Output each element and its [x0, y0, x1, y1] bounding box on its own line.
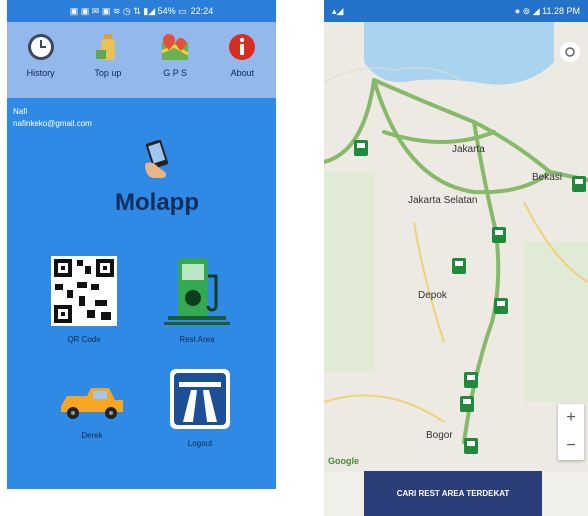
phone-hand-icon: [145, 139, 169, 178]
my-location-button[interactable]: [560, 42, 580, 62]
bottle-icon: [95, 34, 115, 60]
zoom-in-button[interactable]: +: [558, 404, 584, 432]
highway-sign-icon: [170, 369, 230, 429]
map-label-bekasi: Bekasi: [532, 172, 563, 183]
menu-topup[interactable]: Top up: [81, 32, 135, 78]
google-logo: Google: [328, 456, 359, 466]
status-bar: ▣ ▣ ✉ ▣ ≋ ◷ ⇅ ▮◢ 54% ▭ 22:24: [7, 0, 276, 22]
menu-history[interactable]: History: [14, 32, 68, 78]
rest-area-map-screen: ▴◢ ● ⊚ ◢ 11.28 PM Jakarta Jakarta Selata…: [324, 0, 588, 516]
tile-logout[interactable]: Logout: [155, 368, 245, 448]
tile-rest-area-label: Rest Area: [179, 335, 215, 344]
map-view[interactable]: [324, 22, 588, 471]
user-email: nafinkeko@gmail.com: [13, 119, 92, 128]
map-label-bogor: Bogor: [426, 430, 453, 441]
map-label-jakarta: Jakarta: [452, 144, 485, 155]
app-title: Molapp: [115, 189, 199, 216]
tow-truck-icon: [61, 388, 123, 419]
map-pin-icon: [161, 34, 189, 60]
menu-topup-label: Top up: [94, 68, 122, 78]
map-label-jakarta-selatan: Jakarta Selatan: [408, 195, 478, 206]
tile-logout-label: Logout: [187, 439, 213, 448]
molapp-home-screen: ▣ ▣ ✉ ▣ ≋ ◷ ⇅ ▮◢ 54% ▭ 22:24 History Top…: [7, 0, 276, 489]
menu-gps[interactable]: G P S: [148, 32, 202, 78]
menu-history-label: History: [26, 68, 55, 78]
status-icons: ▣ ▣ ✉ ▣ ≋ ◷ ⇅ ▮◢ 54% ▭: [69, 5, 187, 16]
menu-about[interactable]: About: [215, 32, 269, 78]
zoom-controls: + −: [558, 404, 584, 460]
status-time: 22:24: [190, 6, 214, 16]
tile-derek-label: Derek: [81, 431, 103, 440]
qr-code-icon: [51, 256, 117, 326]
status-signal: ▴◢: [332, 5, 344, 16]
info-icon: [229, 34, 256, 60]
tile-qr-code[interactable]: QR Code: [39, 256, 129, 344]
app-logo: Molapp: [87, 139, 227, 217]
fuel-pump-icon: [164, 258, 230, 325]
menu-about-label: About: [230, 68, 255, 78]
user-name: Nafi: [13, 107, 28, 116]
status-right-icons: ● ⊚ ◢ 11.28 PM: [514, 5, 580, 16]
top-menu: History Top up G P S About: [7, 22, 276, 98]
menu-gps-label: G P S: [163, 68, 188, 78]
tile-qr-code-label: QR Code: [67, 335, 101, 344]
zoom-out-button[interactable]: −: [558, 432, 584, 460]
user-info: Nafi nafinkeko@gmail.com: [7, 98, 276, 130]
find-nearest-rest-area-button[interactable]: CARI REST AREA TERDEKAT: [364, 471, 542, 516]
tile-rest-area[interactable]: Rest Area: [152, 256, 242, 344]
clock-icon: [27, 34, 54, 60]
tile-derek[interactable]: Derek: [47, 382, 137, 440]
status-bar: ▴◢ ● ⊚ ◢ 11.28 PM: [324, 0, 588, 22]
map-label-depok: Depok: [418, 290, 447, 301]
